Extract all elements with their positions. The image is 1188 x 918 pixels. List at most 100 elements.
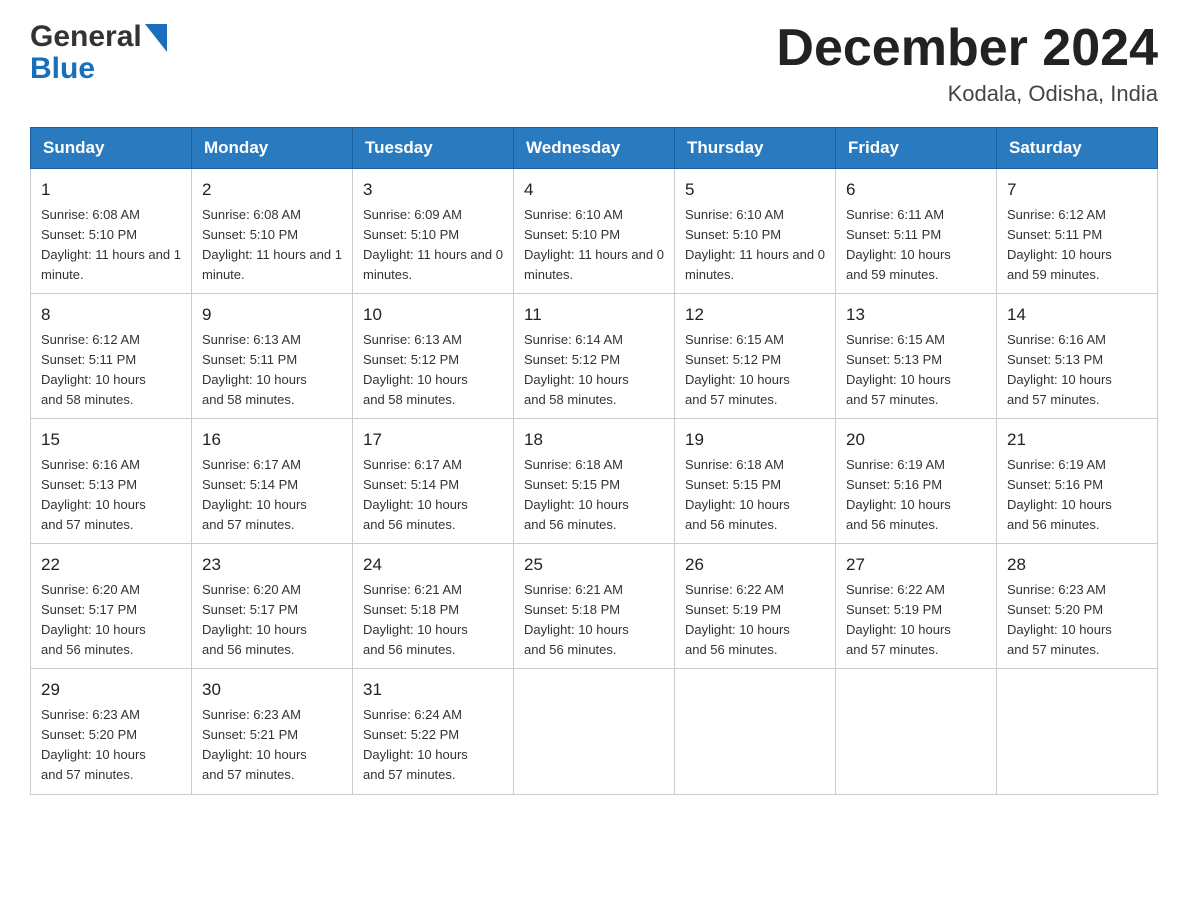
header-saturday: Saturday (997, 128, 1158, 169)
table-row: 23 Sunrise: 6:20 AMSunset: 5:17 PMDaylig… (192, 544, 353, 669)
day-info: Sunrise: 6:15 AMSunset: 5:13 PMDaylight:… (846, 332, 951, 407)
day-info: Sunrise: 6:17 AMSunset: 5:14 PMDaylight:… (363, 457, 468, 532)
location: Kodala, Odisha, India (776, 81, 1158, 107)
header-tuesday: Tuesday (353, 128, 514, 169)
table-row: 20 Sunrise: 6:19 AMSunset: 5:16 PMDaylig… (836, 419, 997, 544)
day-number: 27 (846, 552, 986, 578)
table-row: 2 Sunrise: 6:08 AMSunset: 5:10 PMDayligh… (192, 169, 353, 294)
day-info: Sunrise: 6:24 AMSunset: 5:22 PMDaylight:… (363, 707, 468, 782)
day-number: 4 (524, 177, 664, 203)
day-info: Sunrise: 6:23 AMSunset: 5:21 PMDaylight:… (202, 707, 307, 782)
logo-triangle-icon (145, 24, 167, 52)
table-row: 3 Sunrise: 6:09 AMSunset: 5:10 PMDayligh… (353, 169, 514, 294)
table-row: 7 Sunrise: 6:12 AMSunset: 5:11 PMDayligh… (997, 169, 1158, 294)
day-number: 2 (202, 177, 342, 203)
table-row: 15 Sunrise: 6:16 AMSunset: 5:13 PMDaylig… (31, 419, 192, 544)
header-wednesday: Wednesday (514, 128, 675, 169)
table-row: 16 Sunrise: 6:17 AMSunset: 5:14 PMDaylig… (192, 419, 353, 544)
day-info: Sunrise: 6:12 AMSunset: 5:11 PMDaylight:… (41, 332, 146, 407)
day-info: Sunrise: 6:10 AMSunset: 5:10 PMDaylight:… (524, 207, 664, 282)
table-row: 14 Sunrise: 6:16 AMSunset: 5:13 PMDaylig… (997, 294, 1158, 419)
day-info: Sunrise: 6:19 AMSunset: 5:16 PMDaylight:… (1007, 457, 1112, 532)
day-info: Sunrise: 6:20 AMSunset: 5:17 PMDaylight:… (41, 582, 146, 657)
day-number: 9 (202, 302, 342, 328)
day-info: Sunrise: 6:13 AMSunset: 5:12 PMDaylight:… (363, 332, 468, 407)
page-header: General Blue December 2024 Kodala, Odish… (30, 20, 1158, 107)
calendar-week-row: 22 Sunrise: 6:20 AMSunset: 5:17 PMDaylig… (31, 544, 1158, 669)
day-info: Sunrise: 6:14 AMSunset: 5:12 PMDaylight:… (524, 332, 629, 407)
day-number: 31 (363, 677, 503, 703)
calendar-header-row: Sunday Monday Tuesday Wednesday Thursday… (31, 128, 1158, 169)
header-monday: Monday (192, 128, 353, 169)
day-number: 1 (41, 177, 181, 203)
day-number: 18 (524, 427, 664, 453)
day-info: Sunrise: 6:16 AMSunset: 5:13 PMDaylight:… (1007, 332, 1112, 407)
table-row: 24 Sunrise: 6:21 AMSunset: 5:18 PMDaylig… (353, 544, 514, 669)
table-row: 13 Sunrise: 6:15 AMSunset: 5:13 PMDaylig… (836, 294, 997, 419)
calendar-week-row: 29 Sunrise: 6:23 AMSunset: 5:20 PMDaylig… (31, 669, 1158, 794)
day-info: Sunrise: 6:22 AMSunset: 5:19 PMDaylight:… (685, 582, 790, 657)
day-number: 23 (202, 552, 342, 578)
table-row: 4 Sunrise: 6:10 AMSunset: 5:10 PMDayligh… (514, 169, 675, 294)
logo-general-text: General (30, 20, 142, 54)
day-number: 3 (363, 177, 503, 203)
table-row: 8 Sunrise: 6:12 AMSunset: 5:11 PMDayligh… (31, 294, 192, 419)
day-info: Sunrise: 6:18 AMSunset: 5:15 PMDaylight:… (524, 457, 629, 532)
day-info: Sunrise: 6:21 AMSunset: 5:18 PMDaylight:… (363, 582, 468, 657)
day-number: 19 (685, 427, 825, 453)
day-info: Sunrise: 6:09 AMSunset: 5:10 PMDaylight:… (363, 207, 503, 282)
title-section: December 2024 Kodala, Odisha, India (776, 20, 1158, 107)
table-row: 1 Sunrise: 6:08 AMSunset: 5:10 PMDayligh… (31, 169, 192, 294)
day-number: 21 (1007, 427, 1147, 453)
month-title: December 2024 (776, 20, 1158, 77)
day-number: 16 (202, 427, 342, 453)
table-row: 28 Sunrise: 6:23 AMSunset: 5:20 PMDaylig… (997, 544, 1158, 669)
table-row (514, 669, 675, 794)
day-info: Sunrise: 6:16 AMSunset: 5:13 PMDaylight:… (41, 457, 146, 532)
table-row: 18 Sunrise: 6:18 AMSunset: 5:15 PMDaylig… (514, 419, 675, 544)
day-number: 28 (1007, 552, 1147, 578)
calendar-week-row: 1 Sunrise: 6:08 AMSunset: 5:10 PMDayligh… (31, 169, 1158, 294)
day-info: Sunrise: 6:12 AMSunset: 5:11 PMDaylight:… (1007, 207, 1112, 282)
table-row: 27 Sunrise: 6:22 AMSunset: 5:19 PMDaylig… (836, 544, 997, 669)
day-number: 14 (1007, 302, 1147, 328)
day-number: 10 (363, 302, 503, 328)
table-row (997, 669, 1158, 794)
day-number: 25 (524, 552, 664, 578)
day-number: 17 (363, 427, 503, 453)
day-number: 5 (685, 177, 825, 203)
day-number: 12 (685, 302, 825, 328)
table-row: 25 Sunrise: 6:21 AMSunset: 5:18 PMDaylig… (514, 544, 675, 669)
day-info: Sunrise: 6:15 AMSunset: 5:12 PMDaylight:… (685, 332, 790, 407)
logo: General Blue (30, 20, 167, 84)
table-row: 22 Sunrise: 6:20 AMSunset: 5:17 PMDaylig… (31, 544, 192, 669)
day-number: 6 (846, 177, 986, 203)
table-row: 19 Sunrise: 6:18 AMSunset: 5:15 PMDaylig… (675, 419, 836, 544)
table-row: 12 Sunrise: 6:15 AMSunset: 5:12 PMDaylig… (675, 294, 836, 419)
day-info: Sunrise: 6:11 AMSunset: 5:11 PMDaylight:… (846, 207, 951, 282)
day-number: 29 (41, 677, 181, 703)
day-number: 7 (1007, 177, 1147, 203)
header-sunday: Sunday (31, 128, 192, 169)
table-row: 9 Sunrise: 6:13 AMSunset: 5:11 PMDayligh… (192, 294, 353, 419)
day-number: 13 (846, 302, 986, 328)
day-number: 20 (846, 427, 986, 453)
calendar-table: Sunday Monday Tuesday Wednesday Thursday… (30, 127, 1158, 794)
day-number: 22 (41, 552, 181, 578)
table-row: 29 Sunrise: 6:23 AMSunset: 5:20 PMDaylig… (31, 669, 192, 794)
day-info: Sunrise: 6:13 AMSunset: 5:11 PMDaylight:… (202, 332, 307, 407)
header-thursday: Thursday (675, 128, 836, 169)
day-info: Sunrise: 6:10 AMSunset: 5:10 PMDaylight:… (685, 207, 825, 282)
calendar-week-row: 15 Sunrise: 6:16 AMSunset: 5:13 PMDaylig… (31, 419, 1158, 544)
day-info: Sunrise: 6:20 AMSunset: 5:17 PMDaylight:… (202, 582, 307, 657)
day-number: 8 (41, 302, 181, 328)
header-friday: Friday (836, 128, 997, 169)
table-row (675, 669, 836, 794)
table-row (836, 669, 997, 794)
table-row: 31 Sunrise: 6:24 AMSunset: 5:22 PMDaylig… (353, 669, 514, 794)
day-number: 30 (202, 677, 342, 703)
day-info: Sunrise: 6:23 AMSunset: 5:20 PMDaylight:… (41, 707, 146, 782)
day-number: 15 (41, 427, 181, 453)
day-info: Sunrise: 6:23 AMSunset: 5:20 PMDaylight:… (1007, 582, 1112, 657)
table-row: 26 Sunrise: 6:22 AMSunset: 5:19 PMDaylig… (675, 544, 836, 669)
